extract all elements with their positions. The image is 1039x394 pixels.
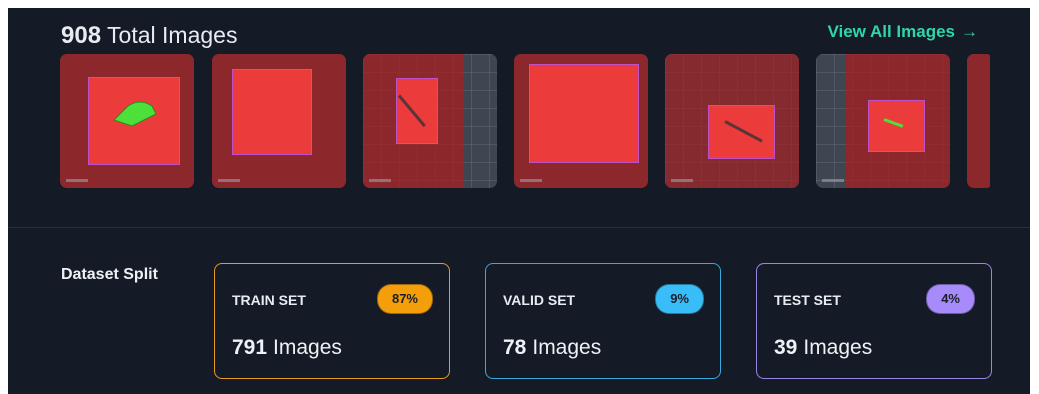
bounding-box bbox=[529, 64, 639, 163]
view-all-images-link[interactable]: View All Images → bbox=[827, 22, 978, 42]
train-set-card[interactable]: TRAIN SET 87% 791 Images bbox=[214, 263, 450, 379]
total-images-count: 908 bbox=[61, 22, 102, 49]
section-divider bbox=[8, 227, 1030, 228]
total-images-heading: 908 Total Images bbox=[61, 22, 237, 50]
thumbnail-5[interactable] bbox=[665, 54, 799, 188]
thumbnail-2[interactable] bbox=[212, 54, 346, 188]
watermark bbox=[822, 179, 844, 182]
valid-set-count-value: 78 bbox=[503, 336, 527, 359]
train-set-title: TRAIN SET bbox=[232, 292, 306, 308]
arrow-right-icon: → bbox=[961, 22, 978, 41]
valid-set-count: 78 Images bbox=[503, 336, 601, 360]
watermark bbox=[369, 179, 391, 182]
train-set-count: 791 Images bbox=[232, 336, 342, 360]
dataset-panel: 908 Total Images View All Images → Datas… bbox=[8, 8, 1030, 394]
thumbnail-6[interactable] bbox=[816, 54, 950, 188]
thumbnail-7[interactable] bbox=[967, 54, 990, 188]
train-set-count-unit: Images bbox=[273, 336, 342, 359]
test-set-title: TEST SET bbox=[774, 292, 841, 308]
view-all-images-label: View All Images bbox=[827, 22, 955, 41]
bounding-box bbox=[232, 69, 312, 155]
annotated-object-icon bbox=[113, 101, 157, 127]
watermark bbox=[671, 179, 693, 182]
thumbnail-overlay bbox=[967, 54, 990, 188]
watermark bbox=[66, 179, 88, 182]
test-set-count-value: 39 bbox=[774, 336, 798, 359]
thumbnail-4[interactable] bbox=[514, 54, 648, 188]
valid-set-percent-badge: 9% bbox=[655, 284, 704, 314]
thumbnail-1[interactable] bbox=[60, 54, 194, 188]
valid-set-title: VALID SET bbox=[503, 292, 576, 308]
watermark bbox=[520, 179, 542, 182]
test-set-percent-badge: 4% bbox=[926, 284, 975, 314]
test-set-count-unit: Images bbox=[803, 336, 873, 359]
total-images-label: Total Images bbox=[107, 22, 238, 48]
test-set-count: 39 Images bbox=[774, 336, 872, 360]
watermark bbox=[218, 179, 240, 182]
bounding-box bbox=[396, 78, 438, 144]
valid-set-count-unit: Images bbox=[532, 336, 602, 359]
train-set-count-value: 791 bbox=[232, 336, 268, 359]
thumbnail-strip bbox=[60, 54, 990, 190]
valid-set-card[interactable]: VALID SET 9% 78 Images bbox=[485, 263, 721, 379]
train-set-percent-badge: 87% bbox=[376, 284, 433, 314]
test-set-card[interactable]: TEST SET 4% 39 Images bbox=[756, 263, 992, 379]
dataset-split-label: Dataset Split bbox=[61, 266, 158, 283]
thumbnail-3[interactable] bbox=[363, 54, 497, 188]
